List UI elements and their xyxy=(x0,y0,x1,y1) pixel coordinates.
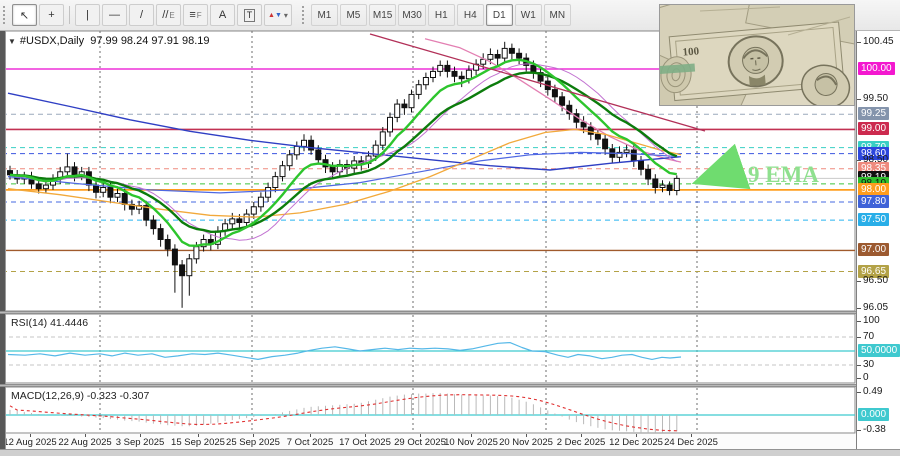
symbol-name: #USDX,Daily xyxy=(20,35,84,47)
toolbar-grip-2[interactable] xyxy=(301,5,306,25)
tool-text-button[interactable]: A xyxy=(210,4,235,26)
axis-tick xyxy=(857,430,861,431)
timeframe-button-D1[interactable]: D1 xyxy=(486,4,513,26)
tool-cursor-button[interactable]: ↖ xyxy=(12,4,37,26)
tool-crosshair-button[interactable]: + xyxy=(39,4,64,26)
date-label: 22 Aug 2025 xyxy=(58,437,111,448)
axis-label-70: 70 xyxy=(863,331,874,342)
panel-separator-rsi[interactable] xyxy=(0,311,856,314)
axis-tick xyxy=(857,281,861,282)
drawing-tools-group: ↖+ |—///E≡FAT▲▼▾ xyxy=(11,4,293,26)
symbol-dropdown-icon[interactable]: ▼ xyxy=(8,37,16,46)
axis-tick xyxy=(857,337,861,338)
date-axis[interactable]: 12 Aug 202522 Aug 2025 3 Sep 2025 15 Sep 2… xyxy=(0,434,856,449)
tool-text-label-button[interactable]: T xyxy=(237,4,262,26)
axis-tick xyxy=(857,365,861,366)
date-label: 12 Aug 2025 xyxy=(3,437,56,448)
rsi-label: RSI(14) 41.4446 xyxy=(11,317,88,329)
date-label: 29 Oct 2025 xyxy=(394,437,446,448)
axis-tick xyxy=(857,308,861,309)
axis-label-30: 30 xyxy=(863,359,874,370)
price-badge-99.25: 99.25 xyxy=(858,107,889,120)
dollar-bills-photo: 100 100 xyxy=(660,5,854,105)
axis-label-0: 0 xyxy=(863,372,869,383)
timeframe-button-M1[interactable]: M1 xyxy=(311,4,338,26)
axis-label-100: 100 xyxy=(863,315,880,326)
toolbar-separator xyxy=(69,6,70,24)
axis-label-0.49: 0.49 xyxy=(863,386,882,397)
timeframe-button-H4[interactable]: H4 xyxy=(457,4,484,26)
axis-label--0.38: -0.38 xyxy=(863,424,886,435)
axis-tick xyxy=(857,392,861,393)
price-badge-97.00: 97.00 xyxy=(858,243,889,256)
price-axis[interactable]: 100.45100.0099.5099.2599.0098.7098.6098.… xyxy=(856,30,900,450)
price-badge-97.80: 97.80 xyxy=(858,195,889,208)
date-label: 25 Sep 2025 xyxy=(226,437,280,448)
date-label: 24 Dec 2025 xyxy=(664,437,718,448)
toolbar-grip[interactable] xyxy=(2,5,7,25)
axis-tick xyxy=(857,321,861,322)
price-badge-99.00: 99.00 xyxy=(858,122,889,135)
timeframe-button-M5[interactable]: M5 xyxy=(340,4,367,26)
tool-horizontal-line-button[interactable]: — xyxy=(102,4,127,26)
axis-tick xyxy=(857,42,861,43)
macd-label: MACD(12,26,9) -0.323 -0.307 xyxy=(11,390,149,402)
trading-terminal-window: ↖+ |—///E≡FAT▲▼▾ M1M5M15M30H1H4D1W1MN ▼ #U… xyxy=(0,0,900,456)
date-label: 12 Dec 2025 xyxy=(609,437,663,448)
timeframe-button-M15[interactable]: M15 xyxy=(369,4,396,26)
axis-label-96.05: 96.05 xyxy=(863,302,888,313)
axis-label-100.45: 100.45 xyxy=(863,36,894,47)
bill-denomination: 100 xyxy=(682,45,700,58)
timeframe-button-M30[interactable]: M30 xyxy=(398,4,425,26)
price-badge-0.000: 0.000 xyxy=(858,408,889,421)
tool-equidistant-channel-button[interactable]: //E xyxy=(156,4,181,26)
date-label: 7 Oct 2025 xyxy=(287,437,333,448)
axis-label-99.50: 99.50 xyxy=(863,93,888,104)
tool-fibonacci-button[interactable]: ≡F xyxy=(183,4,208,26)
date-label: 10 Nov 2025 xyxy=(444,437,498,448)
axis-label-96.50: 96.50 xyxy=(863,275,888,286)
price-badge-97.50: 97.50 xyxy=(858,213,889,226)
tool-trendline-button[interactable]: / xyxy=(129,4,154,26)
status-bar xyxy=(0,449,900,456)
date-label: 17 Oct 2025 xyxy=(339,437,391,448)
panel-separator-macd[interactable] xyxy=(0,384,856,387)
timeframe-button-MN[interactable]: MN xyxy=(544,4,571,26)
axis-tick xyxy=(857,99,861,100)
tool-vertical-line-button[interactable]: | xyxy=(75,4,100,26)
symbol-ohlc-line[interactable]: ▼ #USDX,Daily 97.99 98.24 97.91 98.19 xyxy=(8,35,210,47)
timeframe-button-H1[interactable]: H1 xyxy=(428,4,455,26)
timeframe-button-W1[interactable]: W1 xyxy=(515,4,542,26)
date-label: 2 Dec 2025 xyxy=(557,437,606,448)
axis-tick xyxy=(857,378,861,379)
date-label: 3 Sep 2025 xyxy=(116,437,165,448)
price-badge-50.0000: 50.0000 xyxy=(858,344,900,357)
timeframes-group: M1M5M15M30H1H4D1W1MN xyxy=(310,4,572,26)
price-badge-100.00: 100.00 xyxy=(858,62,895,75)
date-label: 20 Nov 2025 xyxy=(499,437,553,448)
rsi-indicator-panel[interactable] xyxy=(0,314,856,384)
date-label: 15 Sep 2025 xyxy=(171,437,225,448)
price-badge-98.00: 98.00 xyxy=(858,183,889,196)
tool-arrows-button[interactable]: ▲▼▾ xyxy=(264,4,292,26)
ohlc-values: 97.99 98.24 97.91 98.19 xyxy=(90,35,209,47)
axis-tick xyxy=(857,160,861,161)
